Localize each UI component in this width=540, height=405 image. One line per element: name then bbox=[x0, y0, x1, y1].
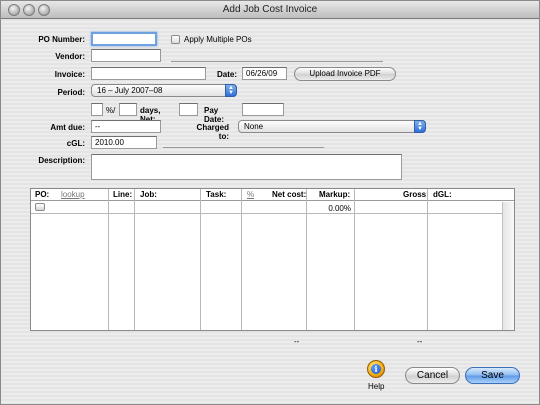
cancel-button[interactable]: Cancel bbox=[405, 367, 460, 384]
window-title: Add Job Cost Invoice bbox=[222, 4, 318, 15]
apply-multiple-pos-label: Apply Multiple POs bbox=[184, 35, 252, 44]
cgl-input[interactable]: 2010.00 bbox=[91, 136, 157, 149]
net-cost-total: -- bbox=[294, 337, 300, 346]
vendor-label: Vendor: bbox=[55, 52, 85, 61]
column-divider bbox=[354, 189, 355, 330]
lookup-link[interactable]: lookup bbox=[61, 190, 85, 199]
help-icon[interactable]: i bbox=[367, 360, 385, 378]
charged-to-select[interactable]: None ▲ ▼ bbox=[238, 120, 426, 133]
date-input[interactable]: 06/26/09 bbox=[242, 67, 287, 80]
discount-days-input[interactable] bbox=[119, 103, 137, 116]
invoice-label: Invoice: bbox=[54, 70, 85, 79]
invoice-input[interactable] bbox=[91, 67, 206, 80]
amt-due-label: Amt due: bbox=[50, 123, 85, 132]
table-vertical-scrollbar[interactable] bbox=[502, 202, 514, 330]
column-divider bbox=[241, 189, 242, 330]
window: Add Job Cost Invoice PO Number: Apply Mu… bbox=[0, 0, 540, 405]
column-markup: Markup: bbox=[319, 190, 351, 199]
column-divider bbox=[427, 189, 428, 330]
discount-percent-input[interactable] bbox=[91, 103, 103, 116]
cgl-label: cGL: bbox=[66, 139, 85, 148]
description-textarea[interactable] bbox=[91, 154, 402, 180]
gross-total: -- bbox=[417, 337, 423, 346]
apply-multiple-pos-checkbox[interactable] bbox=[171, 35, 180, 44]
column-po: PO: bbox=[35, 190, 50, 199]
column-divider bbox=[306, 189, 307, 330]
po-lookup-button[interactable] bbox=[35, 203, 45, 211]
percent-suffix: %/ bbox=[106, 106, 116, 115]
help-label: Help bbox=[368, 382, 385, 391]
column-divider bbox=[200, 189, 201, 330]
column-line: Line: bbox=[113, 190, 133, 199]
line-items-table: PO: lookup Line: Job: Task: % Net cost: … bbox=[30, 188, 515, 331]
pay-date-label: Pay Date: bbox=[204, 106, 225, 124]
title-bar: Add Job Cost Invoice bbox=[1, 1, 539, 19]
table-row-divider bbox=[31, 213, 502, 214]
vendor-name-line bbox=[171, 61, 383, 62]
save-button[interactable]: Save bbox=[465, 367, 520, 384]
period-label: Period: bbox=[57, 88, 85, 97]
po-number-input[interactable] bbox=[91, 32, 157, 46]
amt-due-field: -- bbox=[91, 120, 161, 133]
vendor-input[interactable] bbox=[91, 49, 161, 62]
column-divider bbox=[134, 189, 135, 330]
column-percent[interactable]: % bbox=[247, 190, 254, 199]
column-job: Job: bbox=[140, 190, 157, 199]
charged-to-selected-value: None bbox=[244, 122, 264, 131]
po-number-label: PO Number: bbox=[38, 35, 85, 44]
period-selected-value: 16 – July 2007–08 bbox=[97, 86, 163, 95]
net-days-input[interactable] bbox=[179, 103, 198, 116]
column-gross: Gross: bbox=[403, 190, 429, 199]
period-select[interactable]: 16 – July 2007–08 ▲ ▼ bbox=[91, 84, 237, 97]
column-net-cost: Net cost: bbox=[272, 190, 307, 199]
charged-to-label: Charged to: bbox=[196, 123, 229, 141]
table-header: PO: lookup Line: Job: Task: % Net cost: … bbox=[31, 189, 514, 201]
popup-arrows-icon: ▲ ▼ bbox=[225, 84, 237, 97]
upload-invoice-pdf-button[interactable]: Upload Invoice PDF bbox=[294, 67, 396, 81]
pay-date-input[interactable] bbox=[242, 103, 284, 116]
column-dgl: dGL: bbox=[433, 190, 452, 199]
row-markup-value: 0.00% bbox=[328, 204, 351, 213]
date-label: Date: bbox=[216, 70, 237, 79]
column-divider bbox=[108, 189, 109, 330]
cgl-description-line bbox=[163, 147, 324, 148]
description-label: Description: bbox=[38, 156, 85, 165]
popup-arrows-icon: ▲ ▼ bbox=[414, 120, 426, 133]
column-task: Task: bbox=[206, 190, 227, 199]
